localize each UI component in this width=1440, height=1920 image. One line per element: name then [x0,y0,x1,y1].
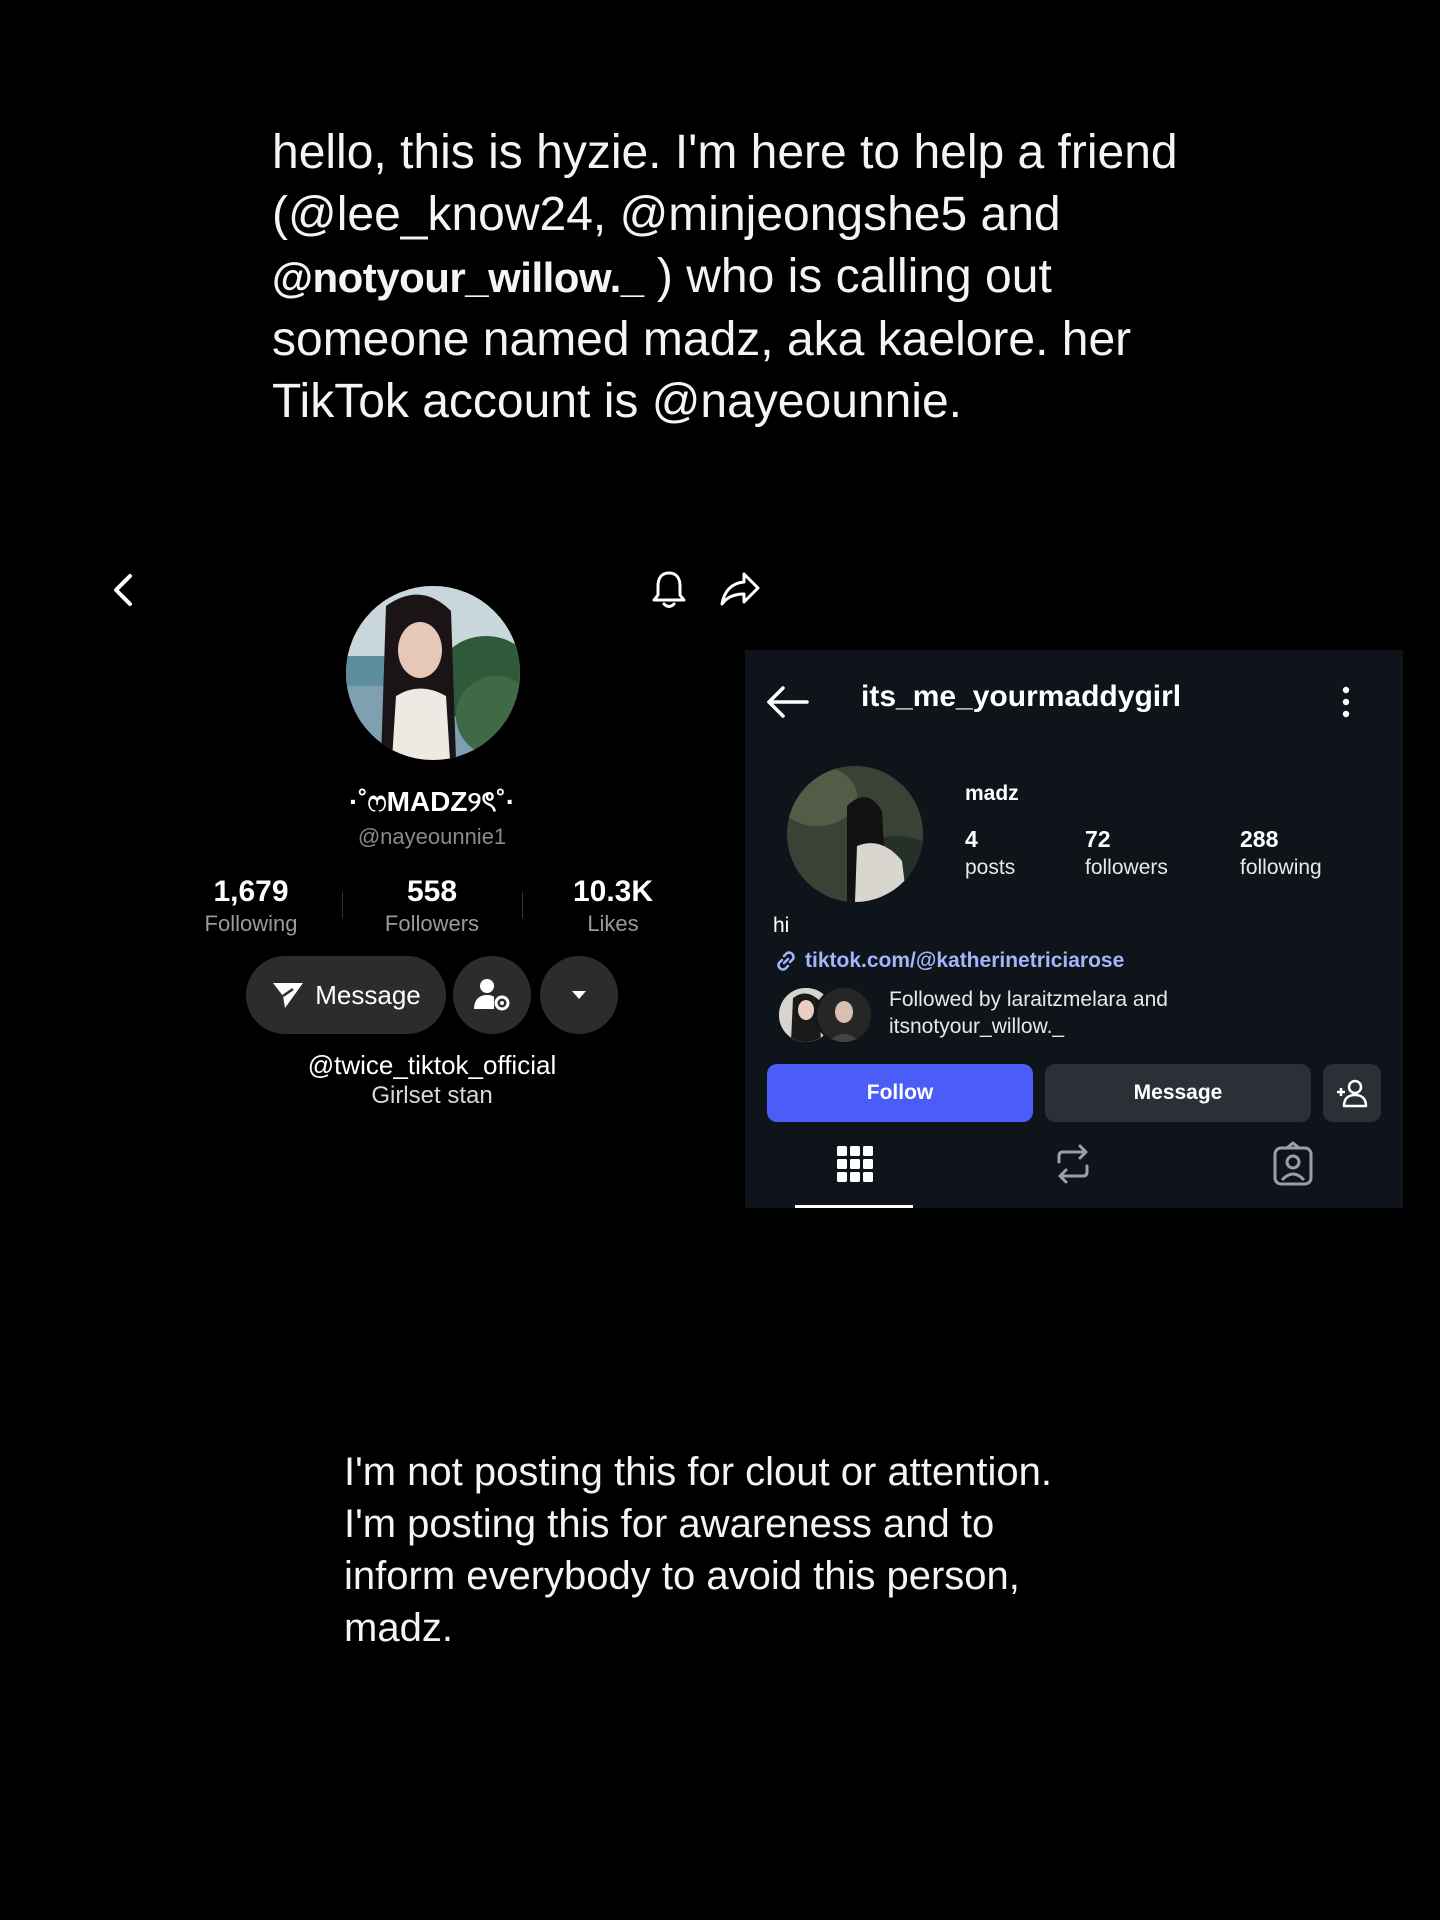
tagged-tab-icon[interactable] [1269,1140,1317,1188]
send-icon [273,983,304,1008]
instagram-bio: hi [773,914,790,937]
tiktok-bio-handle[interactable]: @twice_tiktok_official [232,1050,632,1081]
followed-by-line-2: itsnotyour_willow._ [889,1015,1065,1038]
tiktok-stat-followers[interactable]: 558 Followers [352,874,512,938]
caret-down-icon [572,991,586,999]
outro-line-2: I'm posting this for awareness and to [344,1502,995,1546]
user-gear-icon [474,979,510,1011]
intro-line-3: @notyour_willow._ ) who is calling out [272,246,1272,309]
tiktok-friend-settings-button[interactable] [453,956,531,1034]
more-options-icon[interactable] [1341,684,1351,720]
tiktok-stat-likes: 10.3K Likes [533,874,693,938]
instagram-display-name: madz [965,782,1019,805]
back-chevron-icon[interactable] [108,570,138,610]
stat-number: 558 [406,875,458,908]
instagram-stat-followers[interactable]: 72 followers [1085,824,1168,882]
stat-number: 72 [1085,826,1111,852]
stat-number: 288 [1240,826,1279,852]
instagram-bio-link[interactable]: tiktok.com/@katherinetriciarose [773,948,1124,974]
back-arrow-icon[interactable] [765,684,811,720]
stat-label: Likes [587,911,639,936]
add-user-icon [1337,1079,1368,1108]
intro-line-2: (@lee_know24, @minjeongshe5 and [272,188,1061,241]
followed-by-text[interactable]: Followed by laraitzmelara and itsnotyour… [889,986,1168,1040]
message-button[interactable]: Message [1045,1064,1311,1122]
link-icon [777,951,795,971]
link-text: tiktok.com/@katherinetriciarose [805,949,1125,972]
bell-icon[interactable] [650,568,688,610]
tiktok-avatar[interactable] [346,586,520,760]
stat-number: 10.3K [572,875,654,908]
share-icon[interactable] [718,568,762,610]
outro-line-4: madz. [344,1606,453,1650]
outro-text: I'm not posting this for clout or attent… [344,1446,1244,1654]
instagram-username: its_me_yourmaddygirl [861,680,1182,713]
tiktok-stat-following[interactable]: 1,679 Following [171,874,331,938]
followed-by-line-1: Followed by laraitzmelara and [889,988,1168,1011]
tiktok-message-button[interactable]: Message [246,956,446,1034]
stat-number: 4 [965,826,978,852]
outro-line-1: I'm not posting this for clout or attent… [344,1450,1053,1494]
tiktok-handle: @nayeounnie1 [357,824,507,849]
outro-line-3: inform everybody to avoid this person, [344,1554,1020,1598]
stat-label: posts [965,856,1016,879]
stat-number: 1,679 [213,875,289,908]
tiktok-more-dropdown-button[interactable] [540,956,618,1034]
stat-label: Followers [384,911,480,936]
instagram-stat-following[interactable]: 288 following [1240,824,1322,882]
suggest-user-button[interactable] [1323,1064,1381,1122]
grid-tab-icon[interactable] [831,1140,879,1188]
stat-label: Following [204,911,298,936]
follow-button[interactable]: Follow [767,1064,1033,1122]
intro-line-4: someone named madz, aka kaelore. her [272,313,1132,366]
intro-text: hello, this is hyzie. I'm here to help a… [272,122,1272,433]
stat-divider [342,892,343,918]
tiktok-bio-text: Girlset stan [371,1082,493,1109]
instagram-stat-posts: 4 posts [965,824,1015,882]
intro-line-3-rest: ) who is calling out [643,250,1052,303]
intro-line-5: TikTok account is @nayeounnie. [272,375,962,428]
tiktok-display-name: ·˚ෆMADZ୨ৎ˚· [348,786,516,817]
stat-label: following [1240,856,1322,879]
intro-handle: @notyour_willow._ [272,254,644,301]
active-tab-indicator [795,1205,913,1208]
stat-divider [522,892,523,918]
reposts-tab-icon[interactable] [1049,1140,1097,1188]
instagram-profile-panel: its_me_yourmaddygirl madz 4 posts 72 fol… [745,650,1403,1208]
intro-line-1: hello, this is hyzie. I'm here to help a… [272,126,1178,179]
stat-label: followers [1085,856,1168,879]
message-label: Message [315,979,421,1010]
mutual-follower-avatar [815,986,873,1044]
instagram-avatar[interactable] [787,766,923,902]
